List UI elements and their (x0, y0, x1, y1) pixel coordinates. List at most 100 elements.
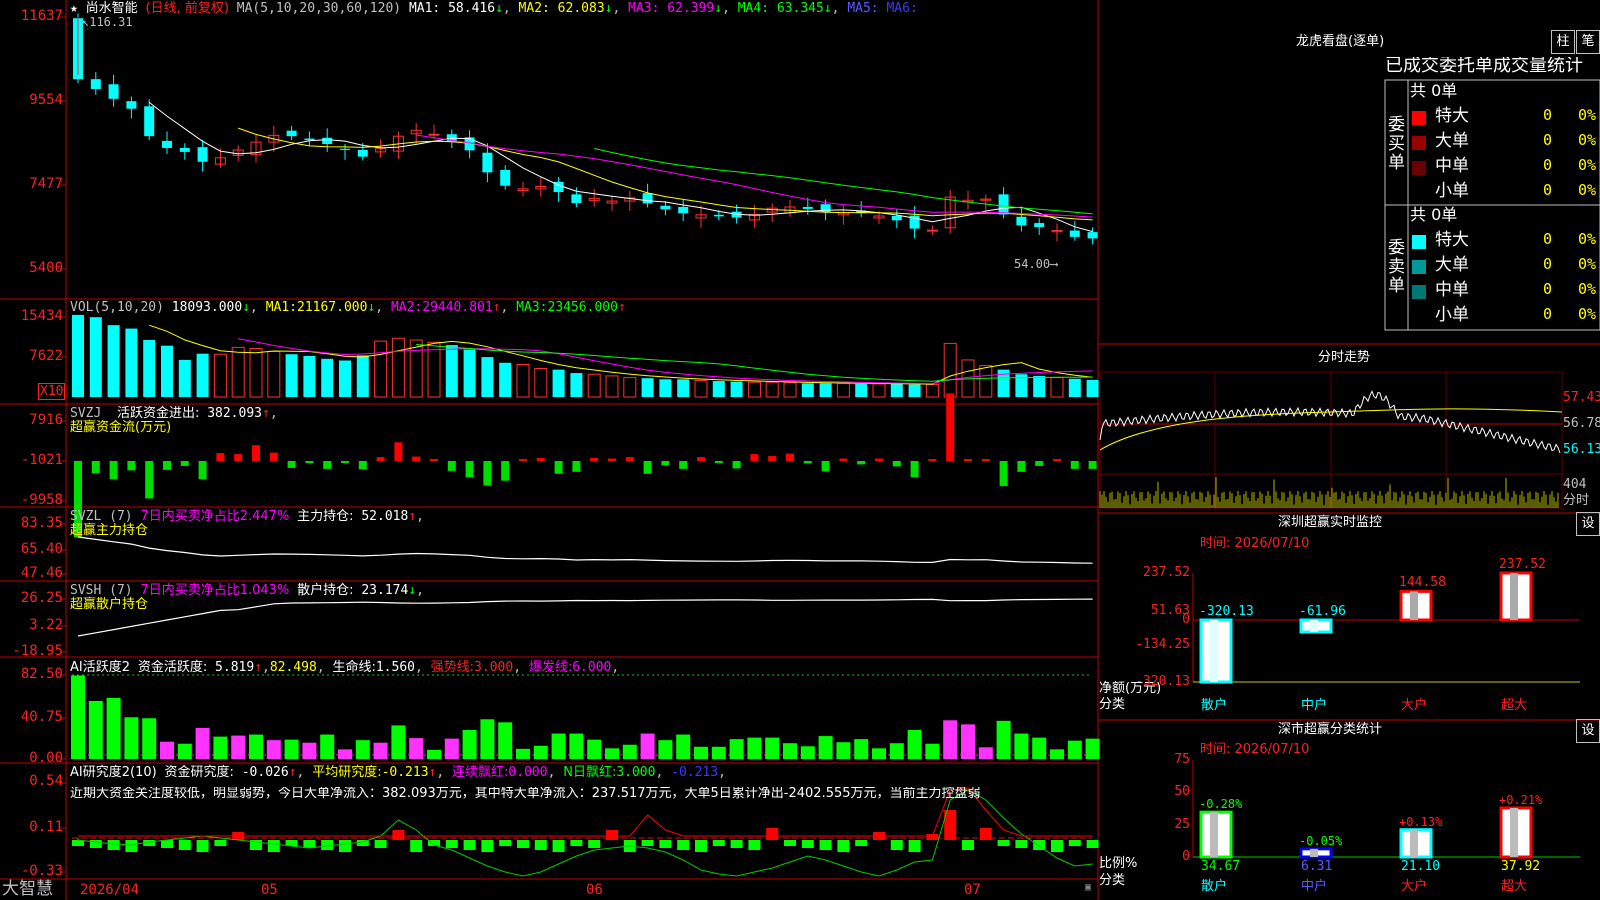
sell-color-swatch (1412, 260, 1426, 274)
lock-icon[interactable]: ▣ (1085, 883, 1091, 893)
flow-bar (180, 461, 189, 466)
activity-bar (622, 744, 637, 759)
research-bar (712, 840, 725, 846)
candle-body (322, 137, 333, 145)
research-bar (784, 840, 796, 846)
flow-bar (732, 461, 741, 469)
volume-bar (783, 382, 797, 398)
candle-body (642, 193, 653, 204)
sz-class-total: 37.92 (1501, 859, 1541, 874)
research-bar (392, 830, 405, 840)
flow-bar (714, 461, 723, 463)
flow-bar (786, 453, 794, 461)
flow-bar (91, 461, 100, 474)
buy-row-pct: 0% (1578, 156, 1597, 174)
sell-row-name: 特大 (1435, 230, 1469, 250)
candle-body (482, 152, 493, 173)
research-bar (730, 840, 743, 848)
volume-bar (872, 383, 886, 398)
sz-monitor-bar-shade (1510, 573, 1518, 620)
dragon-tiger-title: 龙虎看盘(逐单) (1296, 34, 1385, 49)
volume-bar (285, 354, 298, 397)
ma-label: MA6: (886, 1, 918, 16)
buy-color-swatch (1412, 186, 1426, 200)
svzj-header: SVZJ 活跃资金进出: 382.093↑, (70, 406, 278, 421)
research-bar (890, 840, 903, 850)
volume-header: VOL(5,10,20) 18093.000↓, MA1:21167.000↓,… (70, 300, 626, 315)
buy-row-count: 0 (1543, 181, 1553, 199)
buy-row-count: 0 (1543, 156, 1553, 174)
period-label[interactable]: (日线, 前复权) (146, 1, 229, 16)
ai-active-axis-label: 82.50 (20, 666, 63, 682)
sell-row-pct: 0% (1578, 305, 1597, 323)
volume-bar (89, 317, 102, 397)
flow-bar (1035, 461, 1044, 466)
activity-bar (498, 722, 513, 759)
research-bar (695, 840, 707, 852)
activity-bar (338, 749, 352, 759)
flow-bar (892, 461, 901, 467)
flow-bar (964, 459, 972, 461)
flow-bar (928, 459, 937, 461)
intraday-vol-label: 分时 (1563, 493, 1590, 508)
volume-bar (339, 360, 351, 397)
candle-body (108, 84, 119, 99)
research-bar (499, 840, 512, 846)
flow-bar (625, 457, 634, 461)
sz-class-total: 6.31 (1301, 859, 1333, 874)
activity-bar (160, 741, 174, 759)
sz-class-category: 超大 (1501, 879, 1528, 894)
sz-class-bar-shade (1510, 807, 1518, 857)
sell-row-name: 中单 (1435, 280, 1469, 300)
sz-monitor-value-label: -61.96 (1299, 604, 1346, 619)
buy-row-name: 大单 (1435, 131, 1469, 151)
activity-bar (409, 738, 424, 759)
activity-bar (231, 735, 246, 759)
activity-bar (391, 725, 406, 759)
bar-mode-button[interactable]: 柱 (1551, 30, 1575, 54)
ma-params: MA(5,10,20,30,60,120) (236, 1, 402, 16)
price-axis-label: 5400 (29, 260, 63, 276)
sz-class-axis-label: 75 (1174, 752, 1190, 767)
flow-bar (768, 456, 777, 461)
ma-sep: , (722, 1, 730, 16)
activity-bar (765, 737, 780, 759)
research-bar (303, 840, 316, 848)
sell-side-label: 委卖单 (1388, 238, 1405, 296)
deal-mode-button[interactable]: 笔 (1576, 30, 1600, 54)
svsh-line (77, 598, 1093, 637)
research-bar (677, 840, 690, 850)
activity-bar (1067, 740, 1082, 759)
sz-monitor-settings-button[interactable]: 设 (1576, 512, 1600, 536)
intraday-price-line (1099, 390, 1561, 454)
volume-bar (481, 357, 494, 397)
flow-bar (109, 461, 118, 480)
activity-bar (943, 720, 958, 759)
volume-axis-label: 15434 (20, 308, 63, 324)
sz-class-bar-shade (1310, 848, 1318, 857)
research-bar (801, 840, 814, 848)
research-bar (107, 840, 120, 850)
sz-class-bar-shade (1210, 812, 1218, 857)
candle-body (179, 147, 190, 152)
activity-bar (676, 734, 691, 759)
sz-monitor-bar-shade (1410, 591, 1418, 620)
flow-bar (661, 461, 670, 466)
research-bar (588, 840, 601, 848)
volume-bar (747, 381, 761, 398)
sz-class-settings-button[interactable]: 设 (1576, 719, 1600, 743)
sz-class-bar-shade (1410, 829, 1418, 857)
svzl-axis-label: 65.40 (20, 541, 63, 557)
flow-bar (572, 461, 581, 472)
activity-bar (836, 742, 851, 759)
flow-bar (287, 461, 296, 468)
sz-class-change-label: +0.21% (1499, 792, 1543, 807)
activity-bar (249, 734, 263, 759)
volume-bar (730, 381, 743, 397)
high-price-label: ↖116.31 (82, 15, 133, 29)
favorite-star-icon[interactable]: ★ (70, 1, 78, 16)
buy-row-pct: 0% (1578, 131, 1597, 149)
activity-bar (658, 740, 673, 759)
flow-bar (981, 459, 990, 461)
ma4-line (594, 148, 1093, 215)
